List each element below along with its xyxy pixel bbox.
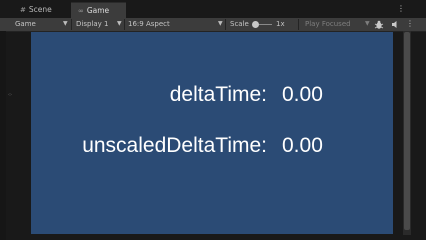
audio-mute-icon[interactable] bbox=[391, 20, 400, 29]
tab-bar: # Scene ∞ Game ⋮ bbox=[0, 0, 426, 19]
unscaled-delta-time-label: unscaledDeltaTime: bbox=[82, 134, 267, 157]
delta-time-value: 0.00 bbox=[282, 83, 323, 106]
scale-value: 1x bbox=[276, 20, 285, 28]
left-panel-edge bbox=[0, 31, 6, 240]
delta-time-row: deltaTime: 0.00 bbox=[31, 80, 393, 110]
scene-grid-icon: # bbox=[20, 6, 26, 14]
view-mode-dropdown[interactable]: Game bbox=[15, 18, 36, 31]
game-view-canvas[interactable]: deltaTime: 0.00 unscaledDeltaTime: 0.00 bbox=[31, 32, 393, 234]
aspect-chevron-down-icon: ▼ bbox=[218, 20, 223, 27]
display-chevron-down-icon: ▼ bbox=[117, 20, 122, 27]
unscaled-delta-time-row: unscaledDeltaTime: 0.00 bbox=[31, 131, 393, 161]
toolbar-divider bbox=[71, 19, 72, 30]
unity-editor-window: # Scene ∞ Game ⋮ Game ▼ Display 1 ▼ 16:9 A… bbox=[0, 0, 426, 240]
view-mode-chevron-down-icon: ▼ bbox=[63, 20, 68, 27]
window-menu-icon[interactable]: ⋮ bbox=[397, 3, 405, 15]
scrollbar-thumb[interactable] bbox=[404, 32, 410, 230]
gamepad-icon: ∞ bbox=[78, 7, 84, 15]
aspect-dropdown[interactable]: 16:9 Aspect bbox=[128, 18, 170, 31]
panel-splitter-handle[interactable]: ‹› bbox=[8, 92, 12, 98]
unscaled-delta-time-value: 0.00 bbox=[282, 134, 323, 157]
scale-slider-handle[interactable] bbox=[252, 21, 259, 28]
scale-label: Scale bbox=[230, 20, 249, 28]
toolbar-divider bbox=[124, 19, 125, 30]
tab-game[interactable]: ∞ Game bbox=[71, 2, 126, 18]
toolbar-divider bbox=[298, 19, 299, 30]
play-mode-dropdown[interactable]: Play Focused bbox=[305, 18, 351, 31]
bug-icon[interactable] bbox=[374, 20, 384, 30]
scale-slider-track[interactable] bbox=[258, 24, 272, 25]
play-mode-chevron-down-icon: ▼ bbox=[365, 20, 370, 27]
tab-game-label: Game bbox=[86, 6, 110, 15]
game-toolbar: Game ▼ Display 1 ▼ 16:9 Aspect ▼ Scale 1… bbox=[0, 18, 426, 32]
tab-scene[interactable]: # Scene bbox=[13, 2, 69, 18]
display-dropdown[interactable]: Display 1 bbox=[76, 18, 108, 31]
tab-scene-label: Scene bbox=[28, 5, 52, 14]
toolbar-more-icon[interactable]: ⋮ bbox=[406, 18, 414, 31]
delta-time-label: deltaTime: bbox=[169, 83, 267, 106]
toolbar-divider bbox=[225, 19, 226, 30]
